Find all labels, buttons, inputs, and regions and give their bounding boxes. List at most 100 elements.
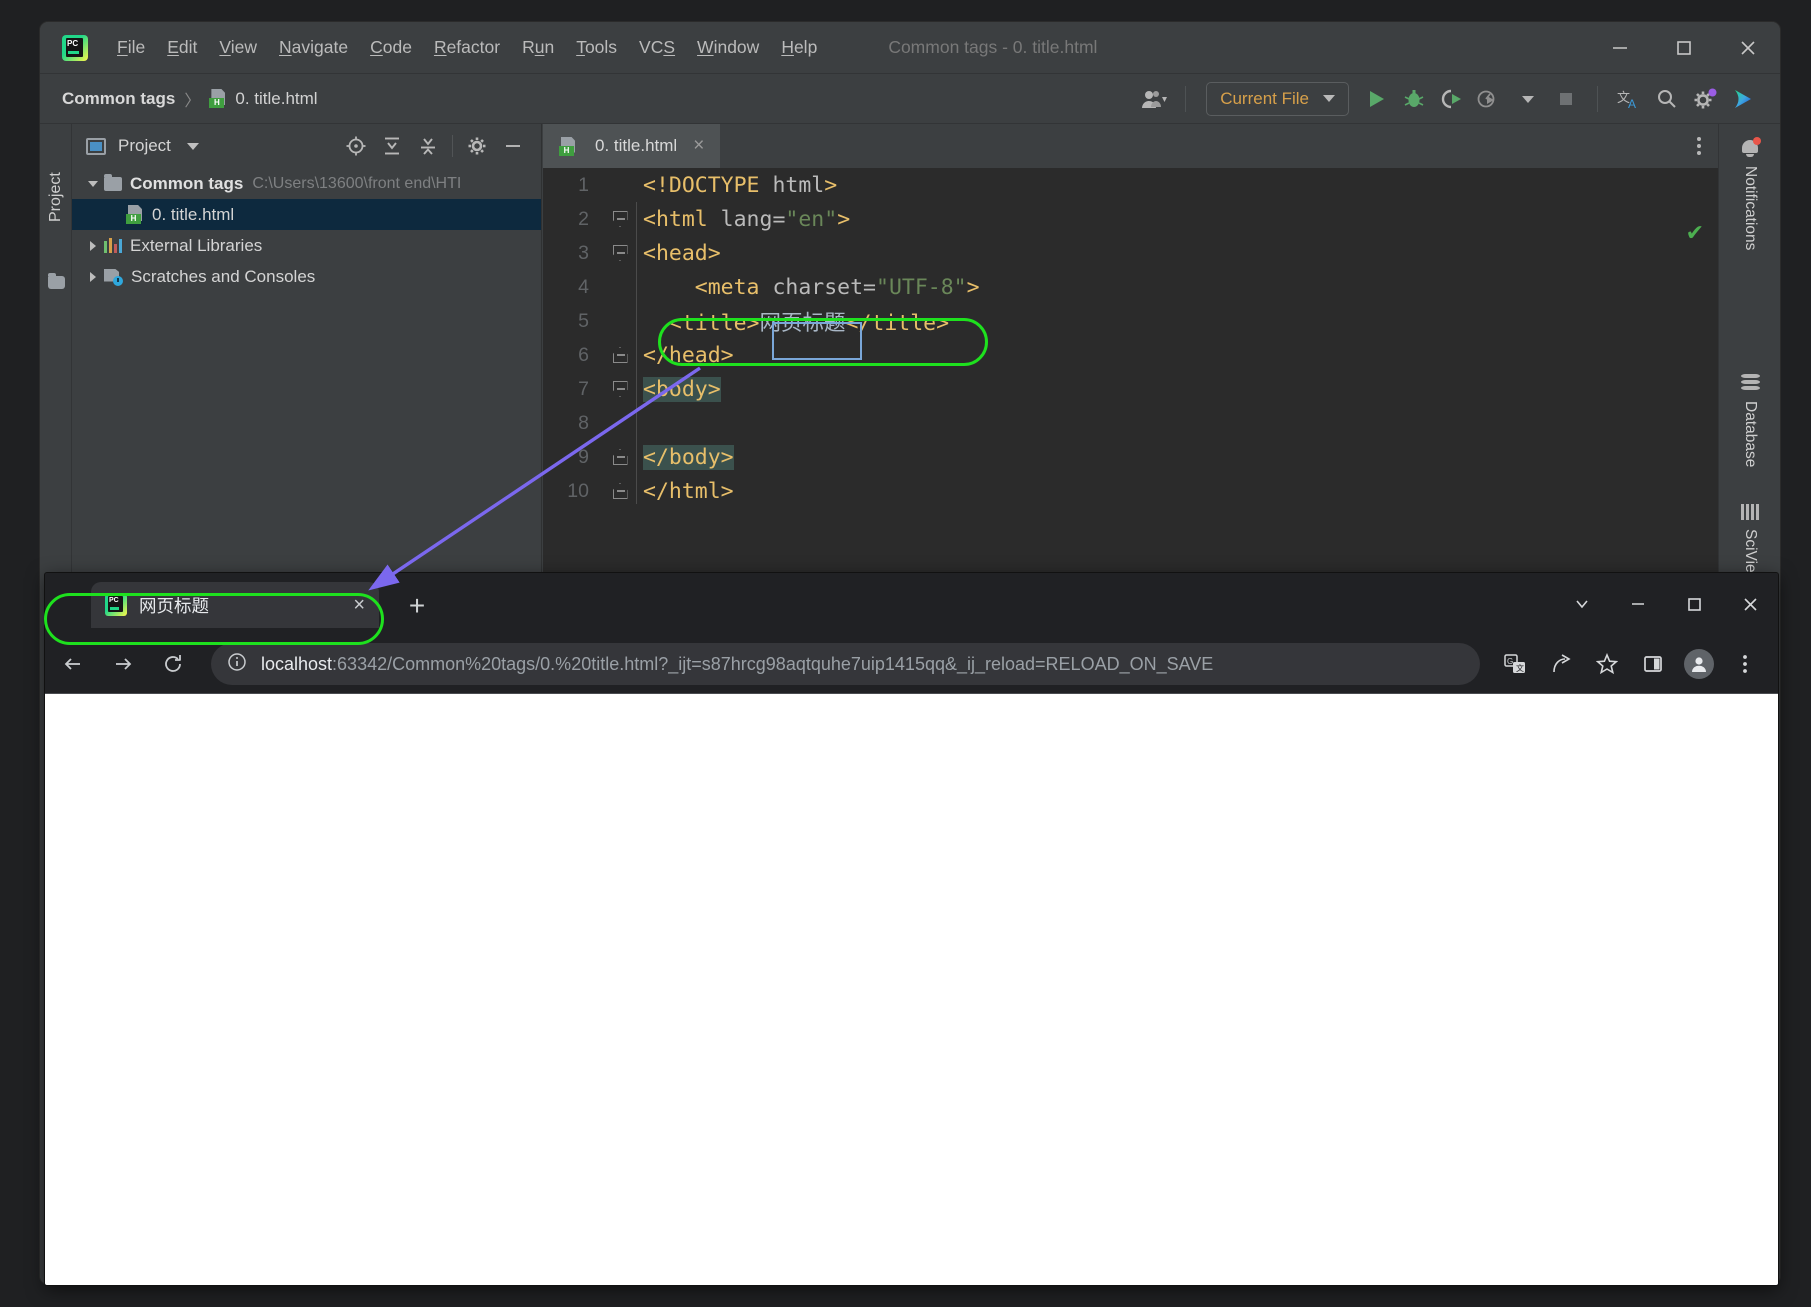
tab-search-icon[interactable] — [1554, 573, 1610, 635]
code-line-8: 8 — [543, 406, 1718, 440]
sidebar-tab-label: Notifications — [1742, 166, 1759, 251]
breadcrumb-separator: 〉 — [184, 92, 201, 110]
folder-icon[interactable] — [48, 273, 65, 289]
breadcrumb-file[interactable]: 0. title.html — [235, 89, 317, 109]
sidebar-tab-database[interactable]: Database — [1719, 374, 1780, 467]
forward-arrow-icon[interactable] — [101, 642, 145, 686]
fold-close-icon[interactable] — [605, 483, 635, 499]
ide-window-title: Common tags - 0. title.html — [888, 37, 1098, 57]
collapse-all-icon[interactable] — [410, 128, 446, 164]
menu-item-view[interactable]: View — [208, 33, 268, 62]
menu-bar: PC File Edit View Navigate Code Refactor… — [40, 22, 1780, 74]
menu-item-edit[interactable]: Edit — [156, 33, 208, 62]
title-text-value: 网页标题 — [759, 310, 846, 336]
maximize-icon[interactable] — [1666, 573, 1722, 635]
breadcrumb: Common tags 〉 H 0. title.html — [62, 87, 318, 111]
tree-node-title-html[interactable]: H 0. title.html — [72, 199, 541, 230]
close-icon[interactable] — [1722, 573, 1778, 635]
site-info-icon[interactable] — [227, 652, 247, 677]
browser-page-content — [45, 693, 1778, 1285]
new-tab-button[interactable]: + — [403, 592, 431, 621]
ide-feature-icon[interactable] — [1724, 80, 1762, 118]
profiler-icon[interactable] — [1471, 80, 1509, 118]
breadcrumb-project[interactable]: Common tags — [62, 89, 175, 109]
tree-node-scratches-and-consoles[interactable]: Scratches and Consoles — [72, 261, 541, 292]
run-coverage-icon[interactable] — [1433, 80, 1471, 118]
sidebar-tab-sciview[interactable]: SciView — [1719, 504, 1780, 584]
line-number: 7 — [578, 377, 589, 400]
code-line-2: 2 <html lang="en"> — [543, 202, 1718, 236]
translate-icon[interactable]: G 文 — [1492, 641, 1538, 687]
search-everywhere-icon[interactable] — [1648, 80, 1686, 118]
menu-item-code[interactable]: Code — [359, 33, 423, 62]
fold-open-icon[interactable] — [605, 381, 635, 397]
locate-icon[interactable] — [338, 128, 374, 164]
menu-item-vcs[interactable]: VCS — [628, 33, 686, 62]
run-configuration-selector[interactable]: Current File — [1206, 81, 1349, 116]
reload-icon[interactable] — [151, 642, 195, 686]
code-line-7: 7 <body> — [543, 372, 1718, 406]
menu-item-run[interactable]: Run — [511, 33, 565, 62]
run-icon[interactable] — [1357, 80, 1395, 118]
back-arrow-icon[interactable] — [51, 642, 95, 686]
fold-close-icon[interactable] — [605, 449, 635, 465]
expand-all-icon[interactable] — [374, 128, 410, 164]
minimize-icon[interactable] — [1610, 573, 1666, 635]
translate-icon[interactable]: 文 A — [1610, 80, 1648, 118]
browser-tab[interactable]: PC 网页标题 × — [91, 582, 379, 628]
browser-menu-icon[interactable] — [1722, 641, 1768, 687]
sidebar-tab-project[interactable]: Project — [40, 142, 72, 252]
chevron-right-icon[interactable] — [82, 271, 104, 282]
run-configuration-label: Current File — [1220, 88, 1309, 108]
settings-icon[interactable] — [1686, 80, 1724, 118]
debug-icon[interactable] — [1395, 80, 1433, 118]
toolbar-divider-2 — [1597, 85, 1598, 112]
hide-panel-icon[interactable] — [495, 128, 531, 164]
menu-item-navigate[interactable]: Navigate — [268, 33, 359, 62]
svg-text:G: G — [1507, 657, 1513, 666]
menu-item-window[interactable]: Window — [686, 33, 770, 62]
code-text: </body> — [643, 444, 734, 470]
code-line-5: 5 <title>网页标题</title> — [543, 304, 1718, 338]
tree-node-external-libraries[interactable]: External Libraries — [72, 230, 541, 261]
fold-close-icon[interactable] — [605, 347, 635, 363]
editor-tab-title-html[interactable]: H 0. title.html × — [543, 124, 721, 168]
close-icon[interactable] — [1716, 22, 1780, 74]
close-icon[interactable]: × — [353, 594, 365, 617]
settings-icon[interactable] — [459, 128, 495, 164]
code-text: </html> — [643, 478, 734, 504]
chevron-down-icon[interactable] — [1509, 80, 1547, 118]
project-panel-header: Project — [72, 124, 541, 168]
chevron-right-icon[interactable] — [82, 240, 104, 251]
side-panel-icon[interactable] — [1630, 641, 1676, 687]
maximize-icon[interactable] — [1652, 22, 1716, 74]
collaborate-icon[interactable] — [1135, 80, 1173, 118]
chevron-down-icon[interactable] — [186, 142, 199, 150]
fold-open-icon[interactable] — [605, 245, 635, 261]
sidebar-tab-label: Database — [1742, 401, 1759, 468]
menu-item-refactor[interactable]: Refactor — [423, 33, 511, 62]
chevron-down-icon[interactable] — [82, 180, 104, 187]
url-host: localhost — [261, 653, 333, 674]
more-options-icon[interactable] — [1696, 124, 1718, 168]
browser-toolbar: localhost:63342/Common%20tags/0.%20title… — [45, 635, 1778, 693]
menu-item-tools[interactable]: Tools — [565, 33, 628, 62]
close-icon[interactable]: × — [693, 135, 704, 157]
stop-icon[interactable] — [1547, 80, 1585, 118]
panel-divider — [452, 135, 453, 157]
code-text: <body> — [643, 376, 721, 402]
tree-node-label: Common tags — [130, 173, 244, 193]
line-number: 2 — [578, 207, 589, 230]
fold-open-icon[interactable] — [605, 211, 635, 227]
sidebar-tab-notifications[interactable]: Notifications — [1719, 137, 1780, 251]
menu-item-help[interactable]: Help — [770, 33, 828, 62]
menu-item-file[interactable]: File — [106, 33, 156, 62]
bookmark-star-icon[interactable] — [1584, 641, 1630, 687]
browser-actions: G 文 — [1492, 641, 1778, 687]
chevron-down-icon — [1323, 95, 1335, 102]
minimize-icon[interactable] — [1588, 22, 1652, 74]
profile-avatar-icon[interactable] — [1676, 641, 1722, 687]
address-bar[interactable]: localhost:63342/Common%20tags/0.%20title… — [211, 643, 1480, 685]
share-icon[interactable] — [1538, 641, 1584, 687]
tree-node-common-tags[interactable]: Common tags C:\Users\13600\front end\HTI — [72, 168, 541, 199]
